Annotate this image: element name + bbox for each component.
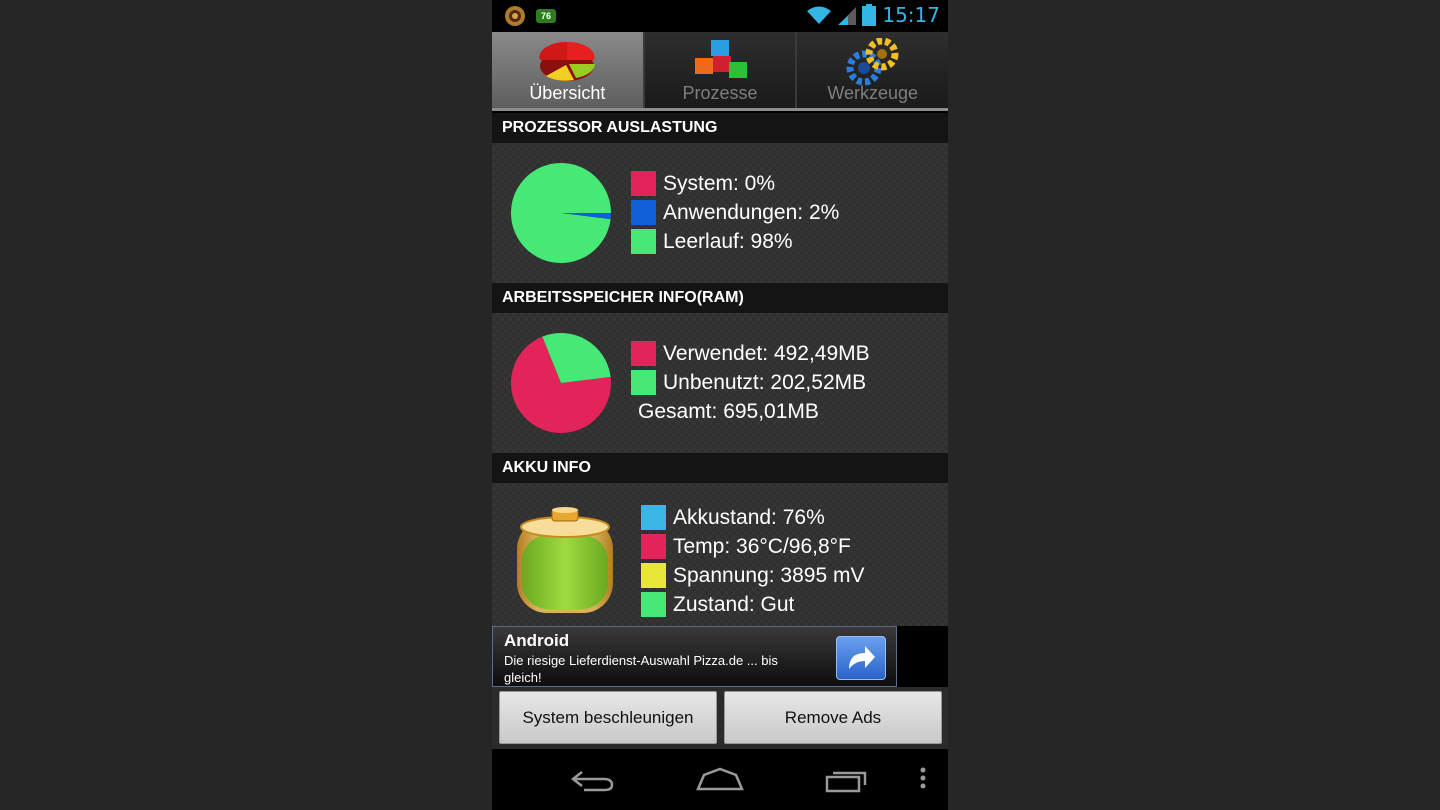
cpu-legend-apps-label: Anwendungen: 2% xyxy=(663,200,840,224)
cpu-legend-idle: Leerlauf: 98% xyxy=(631,229,793,254)
ram-section-body: Verwendet: 492,49MB Unbenutzt: 202,52MB … xyxy=(492,313,948,453)
battery-legend-health: Zustand: Gut xyxy=(641,592,794,617)
battery-swatch-health xyxy=(641,592,666,617)
cpu-section-body: System: 0% Anwendungen: 2% Leerlauf: 98% xyxy=(492,143,948,283)
speed-up-button[interactable]: System beschleunigen xyxy=(499,691,717,744)
tab-bar: Übersicht Prozesse Werkzeuge xyxy=(492,32,948,110)
clock: 15:17 xyxy=(882,3,940,27)
ad-banner[interactable]: Android Die riesige Lieferdienst-Auswahl… xyxy=(492,626,897,687)
ram-total: Gesamt: 695,01MB xyxy=(638,400,819,423)
phone-screen: 76 15:17 Übersicht Prozesse Werkzeuge PR… xyxy=(492,0,948,810)
ram-legend-free: Unbenutzt: 202,52MB xyxy=(631,370,866,395)
battery-jar-icon xyxy=(517,507,613,613)
action-button-bar: System beschleunigen Remove Ads xyxy=(492,687,948,749)
cpu-section-header: PROZESSOR AUSLASTUNG xyxy=(492,113,948,143)
cell-signal-icon xyxy=(838,7,857,25)
remove-ads-button[interactable]: Remove Ads xyxy=(724,691,942,744)
cpu-pie-chart xyxy=(511,163,611,264)
status-bar: 76 15:17 xyxy=(492,0,948,32)
cubes-icon xyxy=(695,40,747,78)
app-notification-icon xyxy=(505,6,525,26)
ram-swatch-free xyxy=(631,370,656,395)
cpu-swatch-apps xyxy=(631,200,656,225)
ad-text: Die riesige Lieferdienst-Auswahl Pizza.d… xyxy=(504,653,778,685)
share-arrow-icon xyxy=(849,646,875,669)
ad-open-button[interactable] xyxy=(836,636,886,680)
tab-processes-label: Prozesse xyxy=(682,83,758,103)
ram-pie-chart xyxy=(511,333,611,433)
battery-legend-temp: Temp: 36°C/96,8°F xyxy=(641,534,851,559)
recent-apps-icon[interactable] xyxy=(825,767,871,793)
tab-tools[interactable]: Werkzeuge xyxy=(797,32,948,108)
battery-legend-temp-label: Temp: 36°C/96,8°F xyxy=(673,534,851,558)
ram-legend-free-label: Unbenutzt: 202,52MB xyxy=(663,370,867,394)
cpu-legend-idle-label: Leerlauf: 98% xyxy=(663,229,793,253)
cpu-swatch-idle xyxy=(631,229,656,254)
battery-legend-level-label: Akkustand: 76% xyxy=(673,505,825,529)
tab-tools-label: Werkzeuge xyxy=(827,83,919,103)
overflow-menu-icon[interactable] xyxy=(920,767,926,789)
ad-title: Android xyxy=(504,631,570,650)
wifi-icon xyxy=(807,6,832,24)
ram-section-header: ARBEITSSPEICHER INFO(RAM) xyxy=(492,283,948,313)
tab-processes[interactable]: Prozesse xyxy=(644,32,798,108)
cpu-legend-system: System: 0% xyxy=(631,171,775,196)
pie-chart-icon xyxy=(539,41,596,81)
cpu-swatch-system xyxy=(631,171,656,196)
battery-icon xyxy=(862,4,877,26)
battery-swatch-level xyxy=(641,505,666,530)
battery-percent-badge: 76 xyxy=(536,9,556,23)
tab-indicator-line xyxy=(492,108,948,111)
cpu-legend-system-label: System: 0% xyxy=(663,171,776,195)
tab-overview[interactable]: Übersicht xyxy=(492,32,645,108)
battery-section-body: Akkustand: 76% Temp: 36°C/96,8°F Spannun… xyxy=(492,483,948,626)
cpu-legend-apps: Anwendungen: 2% xyxy=(631,200,839,225)
battery-swatch-voltage xyxy=(641,563,666,588)
battery-legend-health-label: Zustand: Gut xyxy=(673,592,795,616)
navigation-bar xyxy=(492,749,948,810)
gears-icon xyxy=(846,38,899,86)
ram-legend-used: Verwendet: 492,49MB xyxy=(631,341,870,366)
ram-legend-used-label: Verwendet: 492,49MB xyxy=(663,341,870,365)
battery-section-header: AKKU INFO xyxy=(492,453,948,483)
back-icon[interactable] xyxy=(570,767,616,793)
battery-swatch-temp xyxy=(641,534,666,559)
battery-legend-voltage-label: Spannung: 3895 mV xyxy=(673,563,865,587)
home-icon[interactable] xyxy=(696,767,744,793)
battery-legend-level: Akkustand: 76% xyxy=(641,505,825,530)
ram-swatch-used xyxy=(631,341,656,366)
battery-legend-voltage: Spannung: 3895 mV xyxy=(641,563,864,588)
tab-overview-label: Übersicht xyxy=(529,83,606,103)
